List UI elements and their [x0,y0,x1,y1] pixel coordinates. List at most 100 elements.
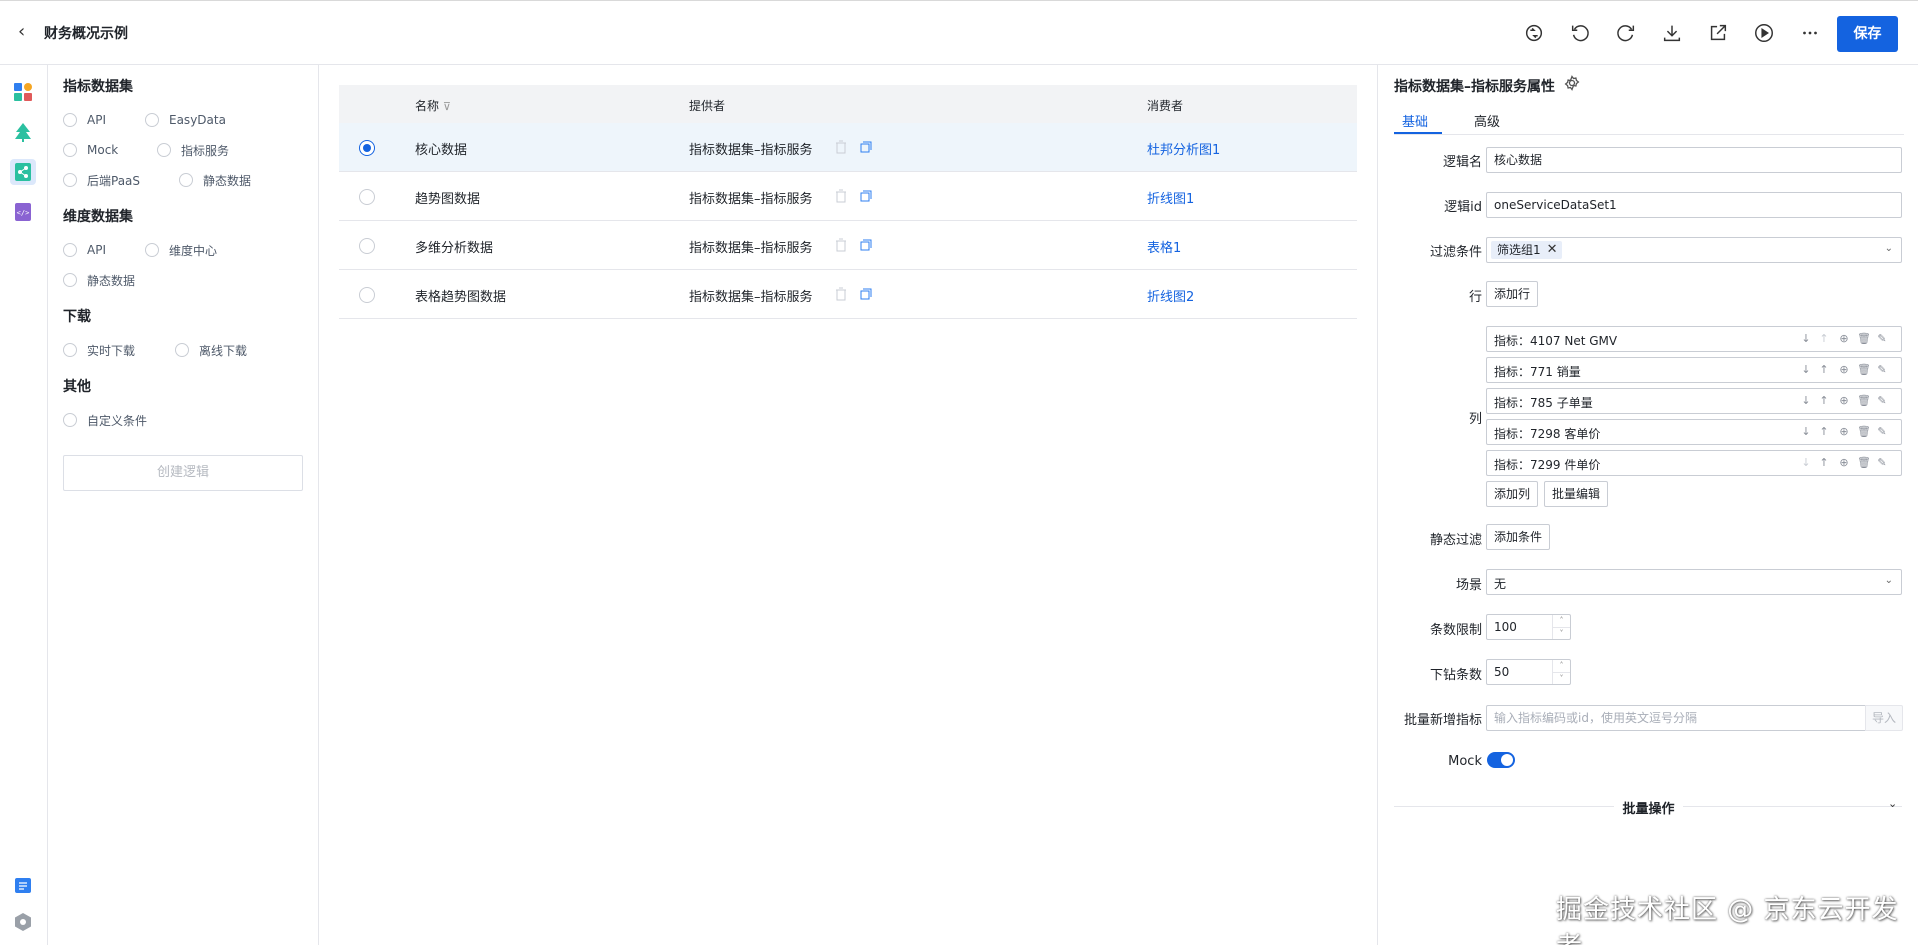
delete-icon[interactable]: 🗑 [1857,425,1871,439]
radio-mock[interactable]: Mock [63,142,118,158]
sync-icon[interactable] [1523,22,1547,46]
batch-ops-title[interactable]: 批量操作 [1378,798,1918,817]
edit-icon[interactable]: ✎ [1875,363,1889,377]
delete-icon[interactable] [834,238,848,252]
copy-icon[interactable] [859,189,873,203]
arrow-down-icon[interactable]: ↓ [1799,425,1813,439]
drill-stepper[interactable]: 50 ˄ ˅ [1486,659,1571,685]
chevron-down-icon[interactable]: ⌄ [1888,797,1897,810]
batch-edit-button[interactable]: 批量编辑 [1544,481,1608,507]
copy-icon[interactable] [859,287,873,301]
chevron-down-icon[interactable]: ⌄ [1885,243,1893,254]
book-icon[interactable] [10,873,36,899]
radio-custom-condition[interactable]: 自定义条件 [63,412,147,428]
edit-icon[interactable]: ✎ [1875,425,1889,439]
back-icon[interactable]: ‹ [18,23,34,41]
code-icon[interactable]: </> [10,199,36,225]
delete-icon[interactable]: 🗑 [1857,456,1871,470]
logic-name-input[interactable]: 核心数据 [1486,147,1902,173]
edit-icon[interactable]: ✎ [1875,456,1889,470]
download-icon[interactable] [1661,22,1685,46]
table-row[interactable]: 表格趋势图数据 指标数据集–指标服务 折线图2 [339,270,1357,319]
chevron-up-icon[interactable]: ˄ [1553,660,1570,672]
chevron-down-icon[interactable]: ˅ [1553,672,1570,684]
delete-icon[interactable] [834,140,848,154]
arrow-up-icon[interactable]: ↑ [1817,363,1831,377]
scene-select[interactable]: 无 ⌄ [1486,569,1902,595]
delete-icon[interactable] [834,287,848,301]
radio-static-data[interactable]: 静态数据 [179,172,251,188]
close-icon[interactable]: ✕ [1547,241,1558,259]
gear-icon[interactable] [1564,75,1580,91]
arrow-down-icon[interactable]: ↓ [1799,394,1813,408]
logic-id-input[interactable]: oneServiceDataSet1 [1486,192,1902,218]
row-radio[interactable] [359,189,375,205]
chevron-down-icon[interactable]: ˅ [1553,627,1570,639]
table-row[interactable]: 核心数据 指标数据集–指标服务 杜邦分析图1 [339,123,1357,172]
tab-basic[interactable]: 基础 [1402,111,1428,130]
radio-metric-service[interactable]: 指标服务 [157,142,229,158]
add-icon[interactable]: ⊕ [1837,425,1851,439]
save-button[interactable]: 保存 [1837,16,1898,52]
components-icon[interactable] [10,79,36,105]
chevron-down-icon[interactable]: ⌄ [1885,575,1893,586]
radio-realtime-download[interactable]: 实时下载 [63,342,135,358]
column-item[interactable]: 指标：4107 Net GMV ↓ ↑ ⊕ 🗑 ✎ [1486,326,1902,352]
add-column-button[interactable]: 添加列 [1486,481,1538,507]
radio-api[interactable]: API [63,112,106,128]
filter-icon[interactable]: ⊽ [443,100,451,113]
arrow-up-icon[interactable]: ↑ [1817,394,1831,408]
radio-offline-download[interactable]: 离线下载 [175,342,247,358]
arrow-down-icon[interactable]: ↓ [1799,363,1813,377]
radio-dim-static[interactable]: 静态数据 [63,272,135,288]
arrow-up-icon[interactable]: ↑ [1817,456,1831,470]
settings-icon[interactable] [10,909,36,935]
table-row[interactable]: 多维分析数据 指标数据集–指标服务 表格1 [339,221,1357,270]
column-item[interactable]: 指标：771 销量 ↓ ↑ ⊕ 🗑 ✎ [1486,357,1902,383]
play-icon[interactable] [1753,22,1777,46]
arrow-up-icon[interactable]: ↑ [1817,425,1831,439]
copy-icon[interactable] [859,140,873,154]
export-icon[interactable] [1707,22,1731,46]
import-button[interactable]: 导入 [1865,705,1903,731]
copy-icon[interactable] [859,238,873,252]
radio-dim-center[interactable]: 维度中心 [145,242,217,258]
radio-dim-api[interactable]: API [63,242,106,258]
add-icon[interactable]: ⊕ [1837,456,1851,470]
tab-advanced[interactable]: 高级 [1474,111,1500,130]
column-item[interactable]: 指标：785 子单量 ↓ ↑ ⊕ 🗑 ✎ [1486,388,1902,414]
delete-icon[interactable]: 🗑 [1857,332,1871,346]
chevron-up-icon[interactable]: ˄ [1553,615,1570,627]
consumer-link[interactable]: 杜邦分析图1 [1147,139,1220,158]
add-icon[interactable]: ⊕ [1837,394,1851,408]
undo-icon[interactable] [1569,22,1593,46]
tree-icon[interactable] [10,119,36,145]
radio-backend-paas[interactable]: 后端PaaS [63,172,140,188]
row-radio[interactable] [359,140,375,156]
create-logic-button[interactable]: 创建逻辑 [63,455,303,491]
table-row[interactable]: 趋势图数据 指标数据集–指标服务 折线图1 [339,172,1357,221]
more-icon[interactable] [1799,22,1823,46]
row-radio[interactable] [359,238,375,254]
consumer-link[interactable]: 折线图1 [1147,188,1194,207]
column-item[interactable]: 指标：7298 客单价 ↓ ↑ ⊕ 🗑 ✎ [1486,419,1902,445]
consumer-link[interactable]: 折线图2 [1147,286,1194,305]
delete-icon[interactable]: 🗑 [1857,363,1871,377]
redo-icon[interactable] [1615,22,1639,46]
add-icon[interactable]: ⊕ [1837,363,1851,377]
radio-easydata[interactable]: EasyData [145,112,226,128]
mock-toggle[interactable] [1487,752,1515,768]
edit-icon[interactable]: ✎ [1875,332,1889,346]
column-item[interactable]: 指标：7299 件单价 ↓ ↑ ⊕ 🗑 ✎ [1486,450,1902,476]
limit-stepper[interactable]: 100 ˄ ˅ [1486,614,1571,640]
col-name-header[interactable]: 名称 ⊽ [415,97,451,114]
edit-icon[interactable]: ✎ [1875,394,1889,408]
delete-icon[interactable] [834,189,848,203]
row-radio[interactable] [359,287,375,303]
add-condition-button[interactable]: 添加条件 [1486,524,1550,550]
consumer-link[interactable]: 表格1 [1147,237,1181,256]
batch-add-input[interactable]: 输入指标编码或id，使用英文逗号分隔 [1486,705,1866,731]
add-icon[interactable]: ⊕ [1837,332,1851,346]
arrow-down-icon[interactable]: ↓ [1799,332,1813,346]
delete-icon[interactable]: 🗑 [1857,394,1871,408]
